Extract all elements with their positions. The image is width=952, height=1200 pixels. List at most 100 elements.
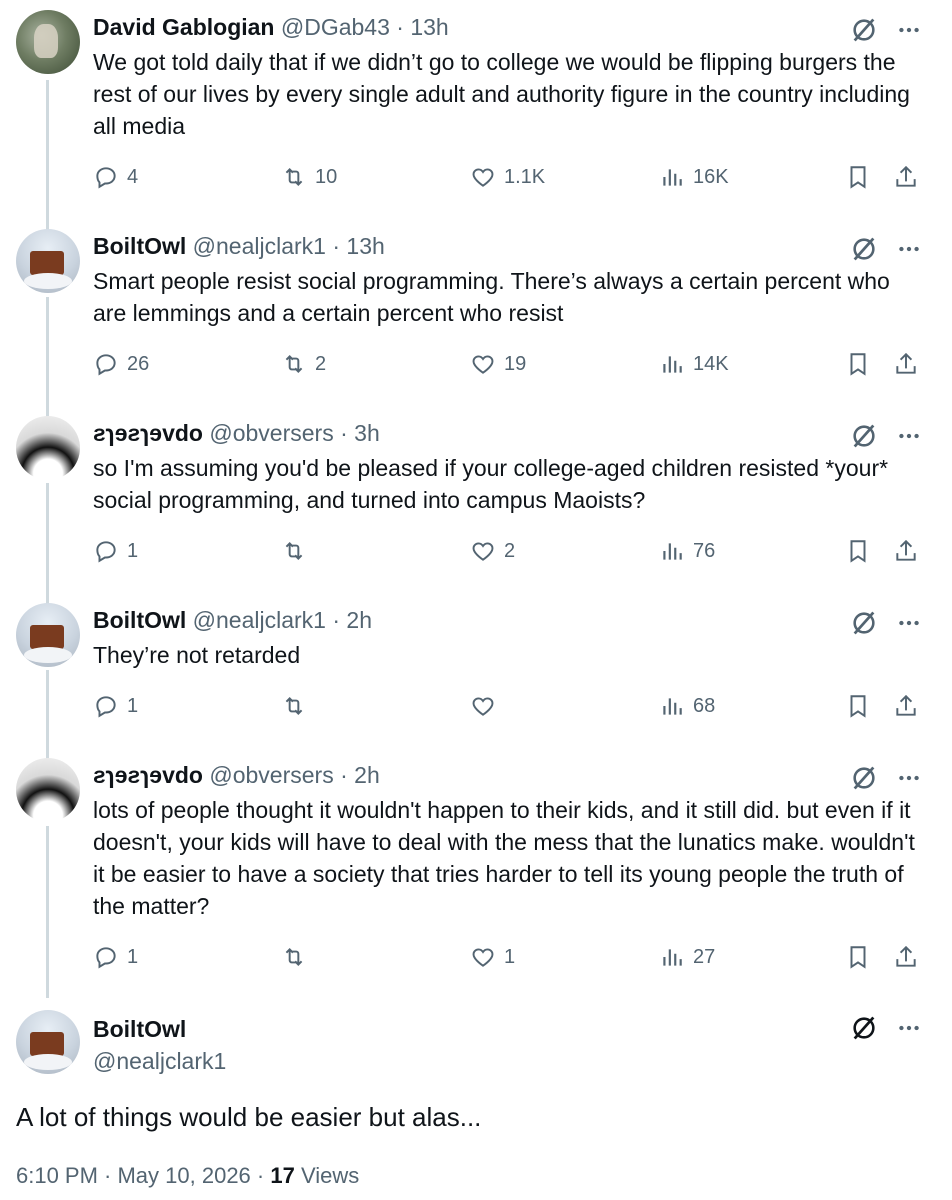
- reply-button[interactable]: 4: [93, 162, 138, 192]
- repost-button[interactable]: 10: [281, 162, 337, 192]
- repost-button[interactable]: 2: [281, 349, 326, 379]
- tweet-header: David Gablogian @DGab43 · 13h: [93, 14, 449, 41]
- grok-icon[interactable]: [850, 422, 878, 450]
- reply-button[interactable]: 26: [93, 349, 149, 379]
- main-tweet: BoiltOwl @nealjclark1: [0, 1010, 952, 1090]
- share-button[interactable]: [893, 691, 919, 721]
- author-name[interactable]: BoiltOwl: [93, 233, 186, 259]
- tweet[interactable]: BoiltOwl @nealjclark1 · 13h Smart people…: [0, 229, 952, 409]
- timestamp[interactable]: 13h: [346, 233, 384, 259]
- author-handle[interactable]: @nealjclark1: [193, 607, 326, 633]
- share-button[interactable]: [893, 162, 919, 192]
- like-button[interactable]: 19: [470, 349, 526, 379]
- tweet[interactable]: BoiltOwl @nealjclark1 · 2h They’re not r…: [0, 603, 952, 753]
- bookmark-button[interactable]: [845, 162, 871, 192]
- heart-icon: [472, 168, 494, 187]
- share-button[interactable]: [893, 536, 919, 566]
- avatar[interactable]: [16, 229, 80, 293]
- tweet[interactable]: David Gablogian @DGab43 · 13h We got tol…: [0, 10, 952, 210]
- author-name[interactable]: ƨɿɘƨɿɘvdo: [93, 762, 203, 788]
- grok-icon[interactable]: [850, 16, 878, 44]
- grok-icon[interactable]: [850, 764, 878, 792]
- like-count: 1.1K: [504, 165, 546, 188]
- reply-count: 26: [127, 352, 150, 375]
- author-handle[interactable]: @obversers: [209, 420, 333, 446]
- tweet[interactable]: ƨɿɘƨɿɘvdo @obversers · 3h so I'm assumin…: [0, 416, 952, 596]
- like-button[interactable]: 1: [470, 942, 515, 972]
- more-icon[interactable]: [896, 610, 922, 636]
- author-name[interactable]: ƨɿɘƨɿɘvdo: [93, 420, 203, 446]
- author-handle[interactable]: @nealjclark1: [193, 233, 326, 259]
- repost-count: 2: [315, 352, 327, 375]
- timestamp[interactable]: 13h: [410, 14, 448, 40]
- views-button[interactable]: 27: [659, 942, 715, 972]
- avatar[interactable]: [16, 1010, 80, 1074]
- timestamp[interactable]: 2h: [346, 607, 372, 633]
- views-chart-icon: [663, 169, 682, 186]
- more-icon[interactable]: [896, 236, 922, 262]
- grok-icon[interactable]: [850, 1014, 878, 1042]
- avatar[interactable]: [16, 603, 80, 667]
- share-icon: [896, 539, 916, 561]
- repost-button[interactable]: [281, 691, 315, 721]
- author-name[interactable]: BoiltOwl: [93, 1016, 186, 1043]
- more-icon[interactable]: [896, 423, 922, 449]
- views-button[interactable]: 16K: [659, 162, 729, 192]
- heart-icon: [472, 542, 494, 561]
- timestamp[interactable]: 2h: [354, 762, 380, 788]
- share-button[interactable]: [893, 349, 919, 379]
- heart-icon: [472, 948, 494, 967]
- avatar[interactable]: [16, 10, 80, 74]
- bookmark-button[interactable]: [845, 349, 871, 379]
- author-handle[interactable]: @nealjclark1: [93, 1048, 226, 1075]
- tweet-header: BoiltOwl @nealjclark1 · 13h: [93, 233, 385, 260]
- bookmark-button[interactable]: [845, 536, 871, 566]
- grok-icon[interactable]: [850, 235, 878, 263]
- author-handle[interactable]: @DGab43: [281, 14, 390, 40]
- views-button[interactable]: 14K: [659, 349, 729, 379]
- reply-icon: [96, 167, 116, 189]
- share-button[interactable]: [893, 942, 919, 972]
- timestamp[interactable]: 3h: [354, 420, 380, 446]
- more-icon[interactable]: [896, 1015, 922, 1041]
- like-count: 19: [504, 352, 527, 375]
- views-count: 76: [693, 539, 716, 562]
- repost-icon: [285, 948, 303, 966]
- views-count: 27: [693, 945, 716, 968]
- repost-button[interactable]: [281, 536, 315, 566]
- bookmark-button[interactable]: [845, 691, 871, 721]
- reply-count: 1: [127, 945, 139, 968]
- like-button[interactable]: 2: [470, 536, 515, 566]
- bookmark-button[interactable]: [845, 942, 871, 972]
- avatar[interactable]: [16, 758, 80, 822]
- views-chart-icon: [663, 949, 682, 966]
- reply-count: 1: [127, 694, 139, 717]
- like-button[interactable]: 1.1K: [470, 162, 545, 192]
- reply-button[interactable]: 1: [93, 942, 138, 972]
- post-timestamp[interactable]: 6:10 PM · May 10, 2026 ·: [16, 1163, 270, 1188]
- views-count: 14K: [693, 352, 729, 375]
- share-icon: [896, 694, 916, 716]
- repost-button[interactable]: [281, 942, 315, 972]
- like-button[interactable]: [470, 691, 504, 721]
- tweet[interactable]: ƨɿɘƨɿɘvdo @obversers · 2h lots of people…: [0, 758, 952, 998]
- tweet-header: BoiltOwl @nealjclark1 · 2h: [93, 607, 372, 634]
- share-icon: [896, 945, 916, 967]
- views-button[interactable]: 76: [659, 536, 715, 566]
- repost-icon: [285, 168, 303, 186]
- grok-icon[interactable]: [850, 609, 878, 637]
- main-tweet-text: A lot of things would be easier but alas…: [16, 1102, 482, 1132]
- author-handle[interactable]: @obversers: [209, 762, 333, 788]
- bookmark-icon: [850, 695, 866, 718]
- views-button[interactable]: 68: [659, 691, 715, 721]
- author-name[interactable]: BoiltOwl: [93, 607, 186, 633]
- avatar[interactable]: [16, 416, 80, 480]
- more-icon[interactable]: [896, 765, 922, 791]
- view-count: 17: [270, 1163, 295, 1188]
- heart-icon: [472, 355, 494, 374]
- reply-button[interactable]: 1: [93, 691, 138, 721]
- author-name[interactable]: David Gablogian: [93, 14, 274, 40]
- reply-button[interactable]: 1: [93, 536, 138, 566]
- more-icon[interactable]: [896, 17, 922, 43]
- tweet-text: so I'm assuming you'd be pleased if your…: [93, 455, 889, 513]
